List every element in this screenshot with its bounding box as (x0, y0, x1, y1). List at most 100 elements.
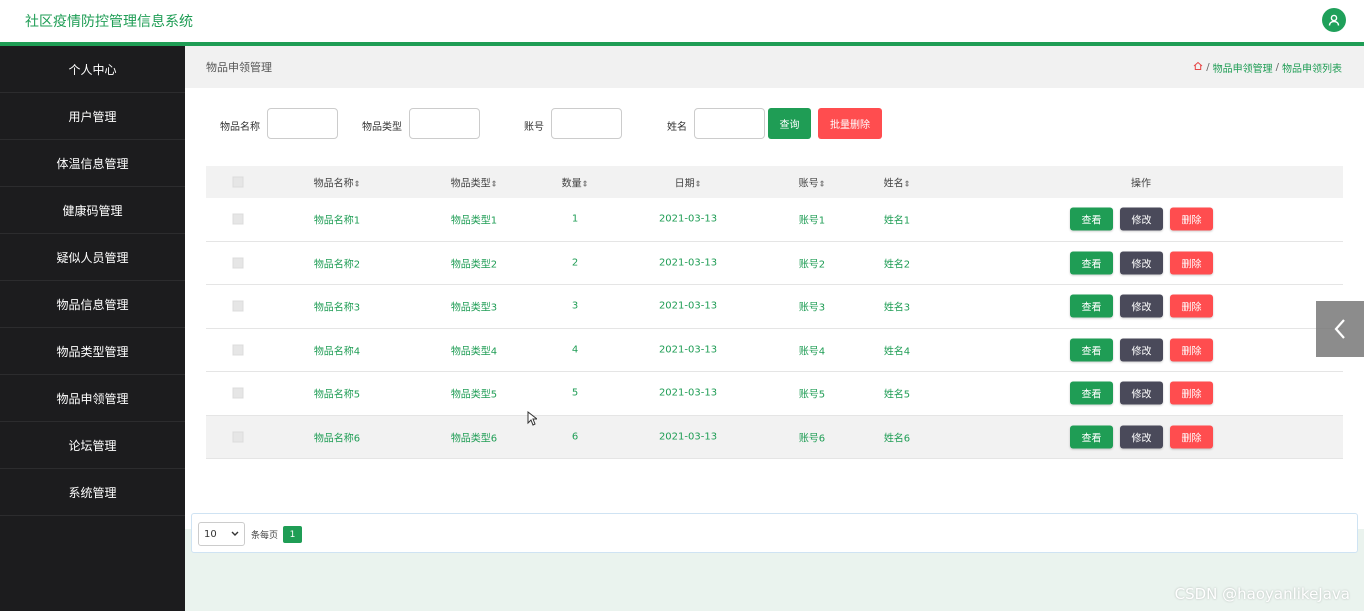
cell-person-name: 姓名1 (883, 215, 911, 227)
cell-person-name: 姓名4 (883, 346, 911, 358)
page-number-current[interactable]: 1 (283, 526, 302, 543)
breadcrumb-item-list: 物品申领列表 (1282, 64, 1342, 75)
sidebar-item[interactable]: 体温信息管理 (0, 140, 185, 187)
top-header: 社区疫情防控管理信息系统 (0, 0, 1364, 46)
row-checkbox[interactable] (232, 213, 244, 225)
edit-button[interactable]: 修改 (1120, 425, 1163, 449)
row-checkbox[interactable] (232, 387, 244, 399)
page-size-select[interactable]: 10 (198, 522, 245, 546)
per-page-label: 条每页 (251, 531, 279, 541)
delete-button[interactable]: 删除 (1170, 207, 1213, 231)
view-button[interactable]: 查看 (1070, 294, 1113, 318)
cell-item-name: 物品名称5 (313, 389, 361, 401)
cell-account: 账号4 (798, 346, 826, 358)
row-checkbox[interactable] (232, 431, 244, 443)
cell-item-name: 物品名称1 (313, 215, 361, 227)
user-avatar-icon[interactable] (1322, 8, 1346, 32)
sidebar-item[interactable]: 用户管理 (0, 93, 185, 140)
col-item-name[interactable]: 物品名称⇕ (314, 175, 361, 190)
view-button[interactable]: 查看 (1070, 425, 1113, 449)
delete-button[interactable]: 删除 (1170, 381, 1213, 405)
data-table: 物品名称⇕ 物品类型⇕ 数量⇕ 日期⇕ 账号⇕ 姓名⇕ 操作 物品名称1 物品类型… (206, 166, 1343, 459)
cell-account: 账号6 (798, 433, 826, 445)
cell-person-name: 姓名5 (883, 389, 911, 401)
delete-button[interactable]: 删除 (1170, 294, 1213, 318)
sort-icon: ⇕ (694, 179, 702, 189)
sort-icon: ⇕ (903, 179, 911, 189)
app-title: 社区疫情防控管理信息系统 (25, 14, 193, 30)
delete-button[interactable]: 删除 (1170, 251, 1213, 275)
edit-button[interactable]: 修改 (1120, 294, 1163, 318)
table-row: 物品名称4 物品类型4 4 2021-03-13 账号4 姓名4 查看 修改 删除 (206, 329, 1343, 372)
cell-account: 账号3 (798, 302, 826, 314)
col-quantity[interactable]: 数量⇕ (562, 175, 589, 190)
row-checkbox[interactable] (232, 300, 244, 312)
table-row: 物品名称1 物品类型1 1 2021-03-13 账号1 姓名1 查看 修改 删除 (206, 198, 1343, 242)
delete-button[interactable]: 删除 (1170, 338, 1213, 362)
cell-item-type: 物品类型5 (450, 389, 498, 401)
select-all-checkbox[interactable] (232, 176, 244, 188)
row-checkbox[interactable] (232, 344, 244, 356)
sidebar-item[interactable]: 个人中心 (0, 46, 185, 93)
title-bar: 物品申领管理 / 物品申领管理 / 物品申领列表 (185, 46, 1364, 88)
batch-delete-button[interactable]: 批量删除 (818, 108, 882, 139)
col-item-type[interactable]: 物品类型⇕ (451, 175, 498, 190)
sidebar-item[interactable]: 健康码管理 (0, 187, 185, 234)
breadcrumb-separator: / (1275, 62, 1279, 73)
item-type-input[interactable] (409, 108, 480, 139)
cell-date: 2021-03-13 (658, 431, 718, 443)
cell-item-type: 物品类型1 (450, 215, 498, 227)
cell-item-name: 物品名称4 (313, 346, 361, 358)
view-button[interactable]: 查看 (1070, 207, 1113, 231)
main-area: 物品申领管理 / 物品申领管理 / 物品申领列表 物品名称 物品类型 账号 姓名… (185, 46, 1364, 611)
col-date[interactable]: 日期⇕ (675, 175, 702, 190)
person-name-input[interactable] (694, 108, 765, 139)
account-input[interactable] (551, 108, 622, 139)
sidebar-item[interactable]: 物品信息管理 (0, 281, 185, 328)
sort-icon: ⇕ (581, 179, 589, 189)
collapse-panel-button[interactable] (1316, 301, 1364, 357)
row-checkbox[interactable] (232, 257, 244, 269)
search-label-person: 姓名 (667, 122, 687, 133)
cell-item-type: 物品类型4 (450, 346, 498, 358)
view-button[interactable]: 查看 (1070, 251, 1113, 275)
cell-item-type: 物品类型3 (450, 302, 498, 314)
content-panel: 物品名称 物品类型 账号 姓名 查询 批量删除 物品名称⇕ 物品类型⇕ 数量⇕ … (185, 88, 1364, 553)
search-label-item-type: 物品类型 (362, 122, 402, 133)
col-account[interactable]: 账号⇕ (799, 175, 826, 190)
cell-date: 2021-03-13 (658, 344, 718, 356)
sort-icon: ⇕ (818, 179, 826, 189)
query-button[interactable]: 查询 (768, 108, 811, 139)
page-title: 物品申领管理 (206, 61, 272, 74)
delete-button[interactable]: 删除 (1170, 425, 1213, 449)
search-label-item-name: 物品名称 (220, 122, 260, 133)
sidebar-item[interactable]: 物品申领管理 (0, 375, 185, 422)
breadcrumb: / 物品申领管理 / 物品申领列表 (1193, 60, 1342, 75)
col-person-name[interactable]: 姓名⇕ (884, 175, 911, 190)
table-row: 物品名称2 物品类型2 2 2021-03-13 账号2 姓名2 查看 修改 删除 (206, 242, 1343, 285)
edit-button[interactable]: 修改 (1120, 338, 1163, 362)
cell-person-name: 姓名3 (883, 302, 911, 314)
sidebar-item[interactable]: 系统管理 (0, 469, 185, 516)
view-button[interactable]: 查看 (1070, 381, 1113, 405)
cell-item-type: 物品类型6 (450, 433, 498, 445)
pagination: 10 条每页 1 (191, 513, 1358, 553)
cell-date: 2021-03-13 (658, 300, 718, 312)
home-icon[interactable] (1193, 61, 1203, 74)
edit-button[interactable]: 修改 (1120, 207, 1163, 231)
cell-quantity: 6 (571, 431, 579, 443)
search-bar: 物品名称 物品类型 账号 姓名 查询 批量删除 (185, 108, 1364, 140)
sidebar: 个人中心 用户管理 体温信息管理 健康码管理 疑似人员管理 物品信息管理 物品类型管理 物品申… (0, 46, 185, 611)
view-button[interactable]: 查看 (1070, 338, 1113, 362)
sidebar-item[interactable]: 疑似人员管理 (0, 234, 185, 281)
sidebar-item[interactable]: 物品类型管理 (0, 328, 185, 375)
edit-button[interactable]: 修改 (1120, 251, 1163, 275)
edit-button[interactable]: 修改 (1120, 381, 1163, 405)
chevron-down-icon (231, 531, 239, 536)
cell-date: 2021-03-13 (658, 387, 718, 399)
cell-account: 账号2 (798, 259, 826, 271)
sidebar-item[interactable]: 论坛管理 (0, 422, 185, 469)
item-name-input[interactable] (267, 108, 338, 139)
breadcrumb-item-manage[interactable]: 物品申领管理 (1213, 60, 1273, 75)
table-header: 物品名称⇕ 物品类型⇕ 数量⇕ 日期⇕ 账号⇕ 姓名⇕ 操作 (206, 166, 1343, 198)
